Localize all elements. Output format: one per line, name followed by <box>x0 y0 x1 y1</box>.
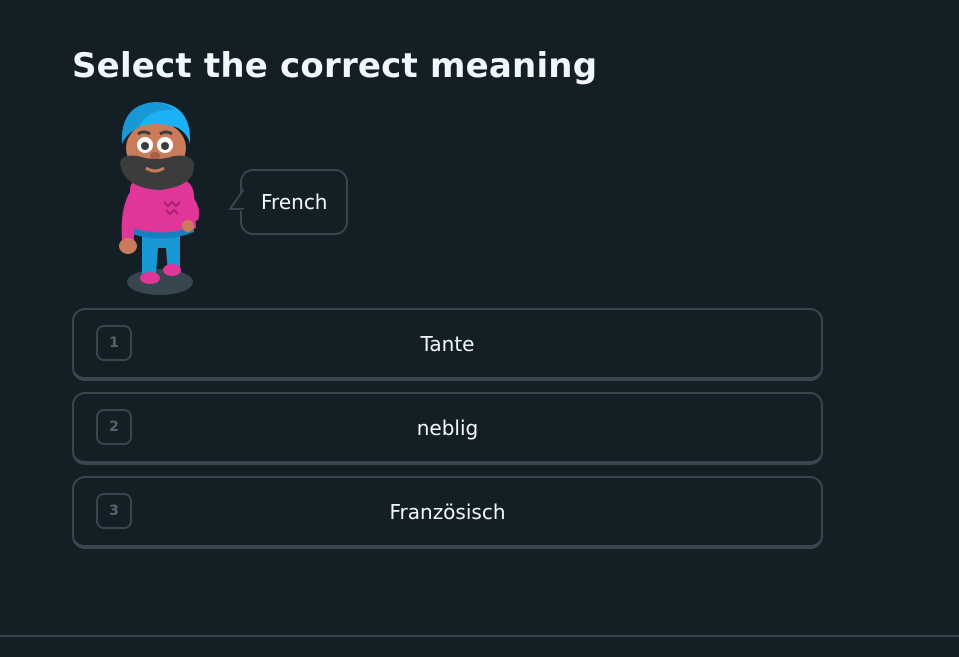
choice-key-badge: 3 <box>96 493 132 529</box>
choice-label: neblig <box>416 415 479 440</box>
choice-option-1[interactable]: 1 Tante <box>72 308 823 381</box>
choice-option-2[interactable]: 2 neblig <box>72 392 823 465</box>
page-title: Select the correct meaning <box>72 46 598 86</box>
choice-label: Französisch <box>389 499 506 524</box>
speech-bubble-text: French <box>261 190 328 214</box>
choice-key-badge: 2 <box>96 409 132 445</box>
speech-bubble-tail-icon <box>228 187 244 211</box>
character-illustration <box>108 98 208 300</box>
choice-option-3[interactable]: 3 Französisch <box>72 476 823 549</box>
speech-bubble: French <box>228 169 349 235</box>
footer-divider <box>0 635 959 637</box>
choice-label: Tante <box>420 331 475 356</box>
answer-choices: 1 Tante 2 neblig 3 Französisch <box>72 308 823 560</box>
bearded-turban-character-icon <box>119 102 200 295</box>
choice-key-badge: 1 <box>96 325 132 361</box>
